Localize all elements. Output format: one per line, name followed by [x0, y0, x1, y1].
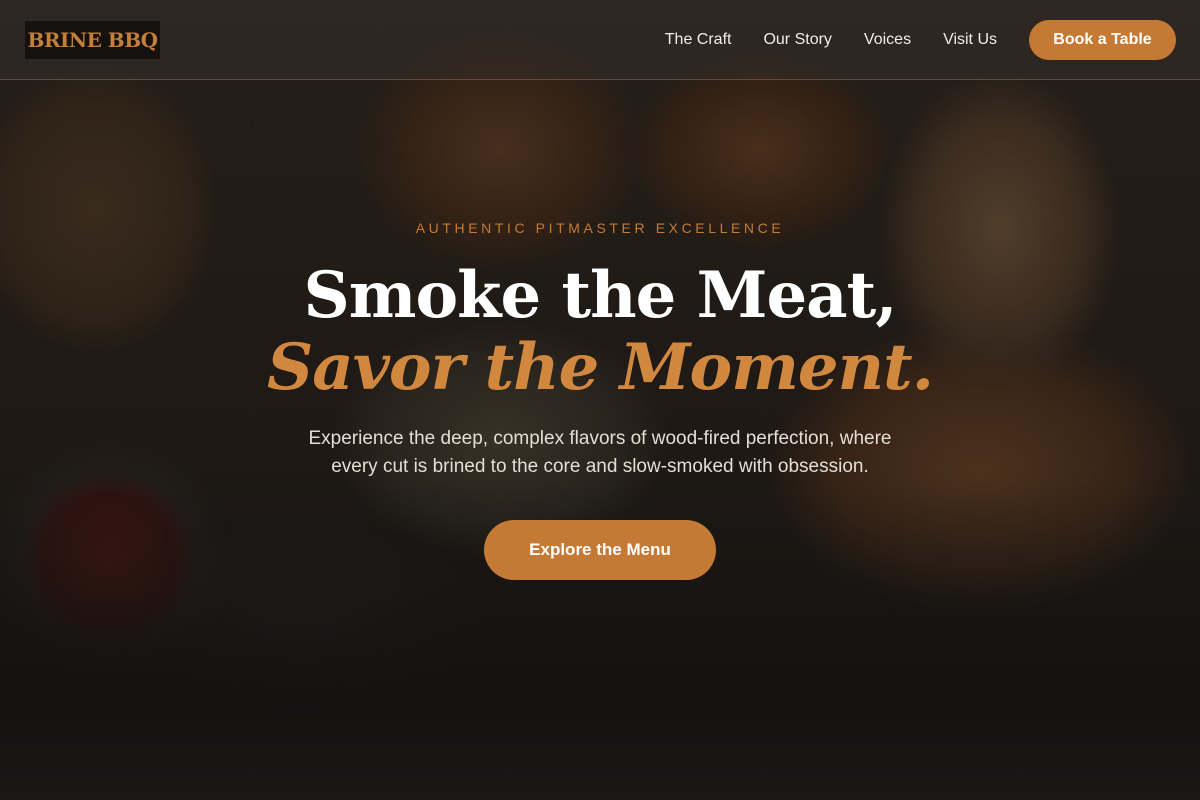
brand-logo[interactable]: BRINE BBQ [25, 21, 160, 59]
site-header: BRINE BBQ The Craft Our Story Voices Vis… [0, 0, 1200, 80]
explore-menu-button[interactable]: Explore the Menu [484, 520, 716, 580]
hero-description-line-2: every cut is brined to the core and slow… [331, 456, 869, 477]
main-nav: The Craft Our Story Voices Visit Us Book… [665, 0, 1176, 80]
hero-description-line-1: Experience the deep, complex flavors of … [308, 428, 892, 449]
hero-description: Experience the deep, complex flavors of … [260, 425, 940, 481]
nav-link-voices[interactable]: Voices [864, 31, 911, 49]
book-table-button[interactable]: Book a Table [1029, 20, 1176, 60]
nav-link-the-craft[interactable]: The Craft [665, 31, 732, 49]
hero-title-line-1: Smoke the Meat, [303, 258, 898, 333]
hero-eyebrow: AUTHENTIC PITMASTER EXCELLENCE [415, 220, 785, 236]
hero-title-line-2: Savor the Moment. [267, 330, 934, 405]
nav-link-visit-us[interactable]: Visit Us [943, 31, 997, 49]
nav-link-our-story[interactable]: Our Story [763, 31, 831, 49]
hero-section: BRINE BBQ The Craft Our Story Voices Vis… [0, 0, 1200, 800]
